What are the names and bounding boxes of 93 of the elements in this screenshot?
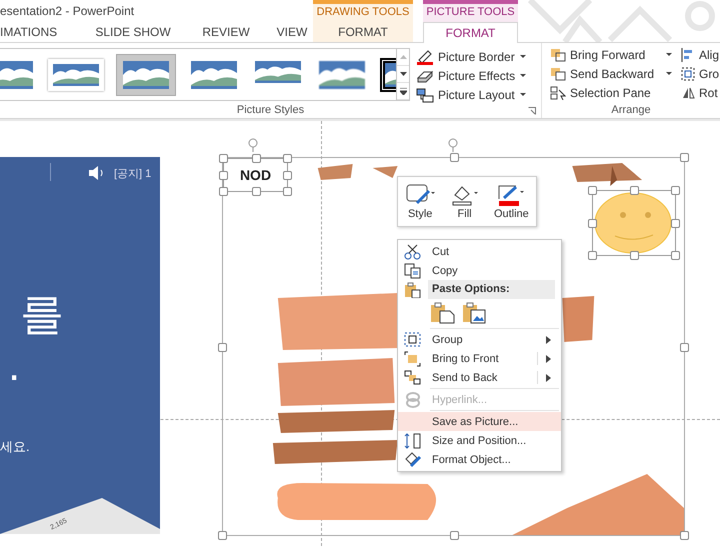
texture-shape xyxy=(318,164,353,180)
dialog-launcher-icon[interactable] xyxy=(528,107,536,116)
resize-handle[interactable] xyxy=(671,251,680,260)
pen-icon xyxy=(496,183,526,207)
resize-handle[interactable] xyxy=(252,187,260,196)
resize-handle[interactable] xyxy=(450,531,458,540)
speaker-icon xyxy=(88,166,104,180)
caret-icon xyxy=(520,93,526,97)
layout-icon xyxy=(416,88,434,102)
copy-icon xyxy=(404,262,422,278)
menu-item[interactable]: Format Object... xyxy=(398,450,561,469)
menu-item[interactable]: Copy xyxy=(398,261,561,280)
chain-icon xyxy=(404,392,422,408)
resize-handle[interactable] xyxy=(630,251,639,260)
clipboard-icon xyxy=(404,282,422,298)
ribbon-command[interactable]: Selection Pane xyxy=(550,84,672,102)
resize-handle[interactable] xyxy=(588,219,597,228)
headline-text: 를 xyxy=(20,290,64,340)
menu-item[interactable]: Cut xyxy=(398,242,561,261)
resize-handle[interactable] xyxy=(588,251,597,260)
ribbon-command[interactable]: Picture Effects xyxy=(416,67,526,85)
resize-handle[interactable] xyxy=(630,186,639,195)
up-arrow-icon xyxy=(400,55,406,59)
resize-handle[interactable] xyxy=(218,342,227,352)
menu-item[interactable]: Size and Position... xyxy=(398,431,561,450)
ribbon-command[interactable]: Rot xyxy=(681,84,720,102)
shape-style-icon xyxy=(405,183,436,207)
window-title: esentation2 - PowerPoint xyxy=(0,3,136,20)
mini-toolbar-button[interactable]: Outline xyxy=(494,183,529,220)
resize-handle[interactable] xyxy=(450,153,458,162)
ribbon-tab[interactable]: SLIDE SHOW xyxy=(88,22,178,42)
group-label: Picture Styles xyxy=(236,104,304,118)
resize-handle[interactable] xyxy=(218,531,227,540)
group-label: Arrange xyxy=(611,104,651,118)
caret-icon xyxy=(520,74,526,78)
body-text: 세요. xyxy=(0,438,30,456)
ribbon-tab[interactable]: IMATIONS xyxy=(0,22,62,42)
bring-forward-icon xyxy=(550,48,566,62)
ribbon-tab[interactable]: FORMAT xyxy=(423,22,518,43)
headline-text: . xyxy=(8,341,20,391)
ribbon-command[interactable]: Send Backward xyxy=(550,65,672,83)
picture-style-thumbnail[interactable] xyxy=(48,58,104,90)
resize-handle[interactable] xyxy=(671,186,680,195)
picture-style-thumbnail[interactable] xyxy=(116,54,176,96)
ribbon-command[interactable]: Picture Layout xyxy=(416,86,526,104)
resize-handle[interactable] xyxy=(671,219,680,228)
resize-handle[interactable] xyxy=(252,154,260,163)
send-backward-icon xyxy=(550,67,566,81)
submenu-arrow-icon xyxy=(546,354,551,362)
ribbon-tab[interactable]: FORMAT xyxy=(313,22,413,42)
ribbon-command[interactable]: Bring Forward xyxy=(550,46,672,64)
group-icon xyxy=(404,332,422,348)
scissors-icon xyxy=(404,244,422,260)
rotate-handle[interactable] xyxy=(446,138,460,152)
align-icon xyxy=(681,48,695,62)
ribbon-tab[interactable]: REVIEW xyxy=(200,22,252,42)
caret-icon xyxy=(520,55,526,59)
eraser-icon xyxy=(416,68,434,84)
tool-group-header: DRAWING TOOLS xyxy=(313,0,413,22)
send-back-icon xyxy=(404,370,422,386)
bring-front-icon xyxy=(404,350,422,366)
paste-picture-icon[interactable] xyxy=(462,302,488,324)
menu-item[interactable]: Bring to Front xyxy=(398,349,561,368)
menu-item[interactable]: Send to Back xyxy=(398,368,561,387)
ribbon-tab[interactable]: VIEW xyxy=(272,22,312,42)
pen-icon xyxy=(416,50,434,64)
resize-handle[interactable] xyxy=(680,531,689,540)
menu-item[interactable]: Save as Picture... xyxy=(398,412,561,431)
mini-toolbar-button[interactable]: Fill xyxy=(450,183,480,220)
more-arrow-icon xyxy=(400,88,406,94)
resize-handle[interactable] xyxy=(588,186,597,195)
ribbon-command[interactable]: Gro xyxy=(681,65,720,83)
paste-option-icon[interactable] xyxy=(430,302,456,324)
submenu-arrow-icon xyxy=(546,374,551,382)
menu-item[interactable]: Group xyxy=(398,330,561,349)
tool-group-header: PICTURE TOOLS xyxy=(423,0,518,22)
down-arrow-icon xyxy=(400,72,406,76)
resize-handle[interactable] xyxy=(680,153,689,162)
rotate-handle[interactable] xyxy=(246,138,260,152)
resize-handle[interactable] xyxy=(680,342,689,352)
size-icon xyxy=(404,432,422,448)
format-icon xyxy=(404,452,422,468)
group-icon xyxy=(681,67,695,81)
nod-text: NOD xyxy=(240,167,272,183)
submenu-arrow-icon xyxy=(546,336,551,344)
notice-text: [공지] 1 xyxy=(114,167,152,181)
ribbon-command[interactable]: Alig xyxy=(681,46,720,64)
rotate-icon xyxy=(681,86,695,100)
selection-pane-icon xyxy=(550,86,566,100)
texture-shape xyxy=(372,166,398,178)
mini-toolbar-button[interactable]: Style xyxy=(405,183,436,220)
ribbon-command[interactable]: Picture Border xyxy=(416,48,526,66)
menu-header: Paste Options: xyxy=(428,280,555,299)
